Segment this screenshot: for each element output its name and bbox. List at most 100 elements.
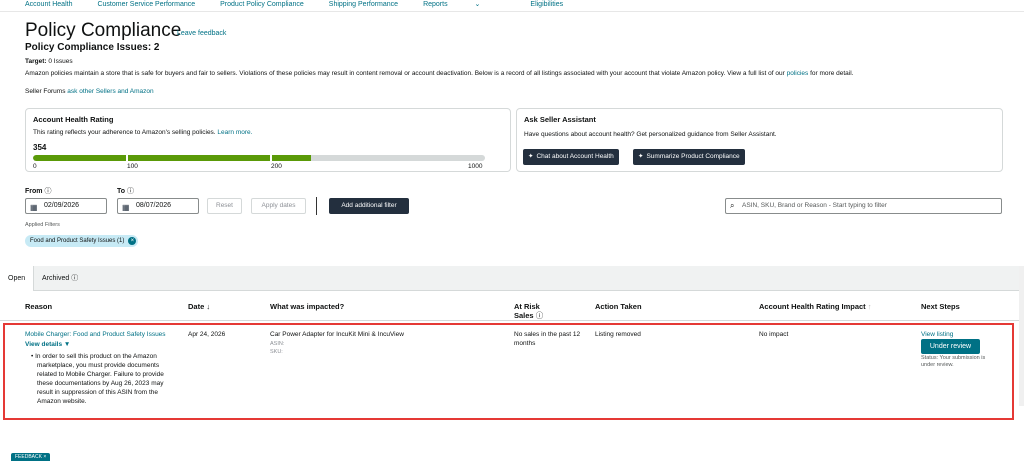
nav-eligibilities[interactable]: Eligibilities <box>530 0 563 11</box>
tab-archived[interactable]: Archived ⓘ <box>34 266 86 291</box>
product-name: Car Power Adapter for IncuKit Mini & Inc… <box>270 331 404 338</box>
chat-account-health-button[interactable]: ✦ Chat about Account Health <box>523 149 619 165</box>
filter-divider <box>316 197 317 215</box>
from-label: From ⓘ <box>25 186 51 196</box>
policies-link[interactable]: policies <box>787 70 809 77</box>
to-label: To ⓘ <box>117 186 134 196</box>
intro-body: Amazon policies maintain a store that is… <box>25 70 785 77</box>
help-icon[interactable]: ⓘ <box>127 188 134 195</box>
filter-chip[interactable]: Food and Product Safety Issues (1) × <box>25 235 139 247</box>
detail-line: these documentations by Aug 26, 2023 may <box>37 380 164 387</box>
col-ahr-label: Account Health Rating Impact <box>759 302 866 311</box>
apply-dates-button[interactable]: Apply dates <box>251 198 306 214</box>
col-ahr-impact[interactable]: Account Health Rating Impact ↑ <box>759 302 872 311</box>
nav-reports-label: Reports <box>423 1 448 8</box>
applied-filters-label: Applied Filters <box>25 222 60 228</box>
help-icon[interactable]: ⓘ <box>44 188 51 195</box>
header-divider <box>0 320 1024 321</box>
to-date-input[interactable]: ▦ 08/07/2026 <box>117 198 199 214</box>
sparkle-icon: ✦ <box>638 153 644 160</box>
col-date[interactable]: Date ↓ <box>188 302 210 311</box>
detail-line: related to Mobile Charger. Failure to pr… <box>37 371 164 378</box>
filter-chip-label: Food and Product Safety Issues (1) <box>30 238 125 244</box>
scrollbar[interactable] <box>1019 266 1024 406</box>
close-icon[interactable]: × <box>128 237 137 245</box>
col-at-risk-label: At Risk <box>514 302 540 311</box>
calendar-icon: ▦ <box>122 203 130 212</box>
learn-more-link[interactable]: Learn more. <box>217 129 252 136</box>
row-date: Apr 24, 2026 <box>188 331 226 338</box>
col-action: Action Taken <box>595 302 642 311</box>
scale-label: 200 <box>271 163 282 170</box>
summarize-compliance-button[interactable]: ✦ Summarize Product Compliance <box>633 149 745 165</box>
sales-info: No sales in the past 12 months <box>514 330 580 348</box>
sort-down-icon: ↓ <box>206 302 211 311</box>
leave-feedback-link[interactable]: Leave feedback <box>177 30 226 37</box>
from-date-value: 02/09/2026 <box>44 202 80 209</box>
from-date-input[interactable]: ▦ 02/09/2026 <box>25 198 107 214</box>
view-details-toggle[interactable]: View details ▼ <box>25 340 70 349</box>
scale-label: 1000 <box>468 163 483 170</box>
help-icon[interactable]: ⓘ <box>536 311 544 320</box>
help-icon: ⓘ <box>71 275 79 282</box>
col-reason: Reason <box>25 302 53 311</box>
top-nav: Account Health Customer Service Performa… <box>0 0 1024 12</box>
add-filter-button[interactable]: Add additional filter <box>329 198 409 214</box>
status-line: Status: Your submission is <box>921 355 986 361</box>
under-review-button[interactable]: Under review <box>921 339 980 354</box>
rating-desc: This rating reflects your adherence to A… <box>33 129 252 136</box>
target-label: Target: <box>25 58 47 65</box>
target-value: 0 Issues <box>48 58 73 65</box>
rating-bar-tick <box>126 155 128 161</box>
feedback-tab[interactable]: FEEDBACK × <box>11 453 51 461</box>
summarize-button-label: Summarize Product Compliance <box>646 153 740 160</box>
view-details-label: View details <box>25 341 63 348</box>
tab-open[interactable]: Open <box>0 266 35 291</box>
feedback-label: FEEDBACK <box>15 454 42 460</box>
detail-text: • In order to sell this product on the A… <box>31 352 191 406</box>
issues-count: Policy Compliance Issues: 2 <box>25 42 160 53</box>
forums-label: Seller Forums <box>25 88 66 95</box>
sort-icon: ↑ <box>867 302 872 311</box>
intro-end: for more detail. <box>810 70 854 77</box>
close-icon[interactable]: × <box>43 454 46 460</box>
rating-bar-tick <box>270 155 272 161</box>
seller-forums: Seller Forums ask other Sellers and Amaz… <box>25 88 154 95</box>
detail-line: result in suppression of this ASIN from … <box>37 389 159 396</box>
product-sku: SKU: <box>270 349 283 355</box>
col-sales-label: Sales <box>514 311 534 320</box>
scale-label: 100 <box>127 163 138 170</box>
target-line: Target: 0 Issues <box>25 58 73 65</box>
calendar-icon: ▦ <box>30 203 38 212</box>
col-next-steps: Next Steps <box>921 302 960 311</box>
seller-assistant-card: Ask Seller Assistant Have questions abou… <box>516 108 1003 172</box>
tab-bar: Open Archived ⓘ <box>0 266 1024 291</box>
sparkle-icon: ✦ <box>528 153 534 160</box>
nav-customer-service[interactable]: Customer Service Performance <box>97 0 195 11</box>
view-listing-link[interactable]: View listing <box>921 330 953 339</box>
nav-reports[interactable]: Reports ⌄ <box>423 0 505 11</box>
reason-link[interactable]: Mobile Charger: Food and Product Safety … <box>25 330 166 339</box>
intro-text: Amazon policies maintain a store that is… <box>25 70 1005 77</box>
assistant-card-title: Ask Seller Assistant <box>524 115 596 124</box>
tab-archived-label: Archived <box>42 275 70 282</box>
chat-button-label: Chat about Account Health <box>536 153 614 160</box>
col-impacted: What was impacted? <box>270 302 345 311</box>
chevron-down-icon: ⌄ <box>474 1 481 8</box>
forums-link[interactable]: ask other Sellers and Amazon <box>67 88 153 95</box>
detail-line: Amazon website. <box>37 398 87 405</box>
to-date-value: 08/07/2026 <box>136 202 172 209</box>
sales-line: No sales in the past 12 <box>514 331 581 338</box>
account-health-rating-card: Account Health Rating This rating reflec… <box>25 108 511 172</box>
sales-line: months <box>514 340 536 347</box>
nav-account-health[interactable]: Account Health <box>25 0 72 11</box>
nav-product-policy[interactable]: Product Policy Compliance <box>220 0 304 11</box>
col-date-label: Date <box>188 302 205 311</box>
status-text: Status: Your submission is under review. <box>921 355 985 369</box>
col-at-risk-sales: At Risk Sales ⓘ <box>514 302 543 320</box>
nav-shipping[interactable]: Shipping Performance <box>329 0 398 11</box>
action-taken: Listing removed <box>595 331 641 338</box>
rating-bar <box>33 155 485 161</box>
search-input[interactable]: ⌕ ASIN, SKU, Brand or Reason - Start typi… <box>725 198 1002 214</box>
reset-button[interactable]: Reset <box>207 198 242 214</box>
